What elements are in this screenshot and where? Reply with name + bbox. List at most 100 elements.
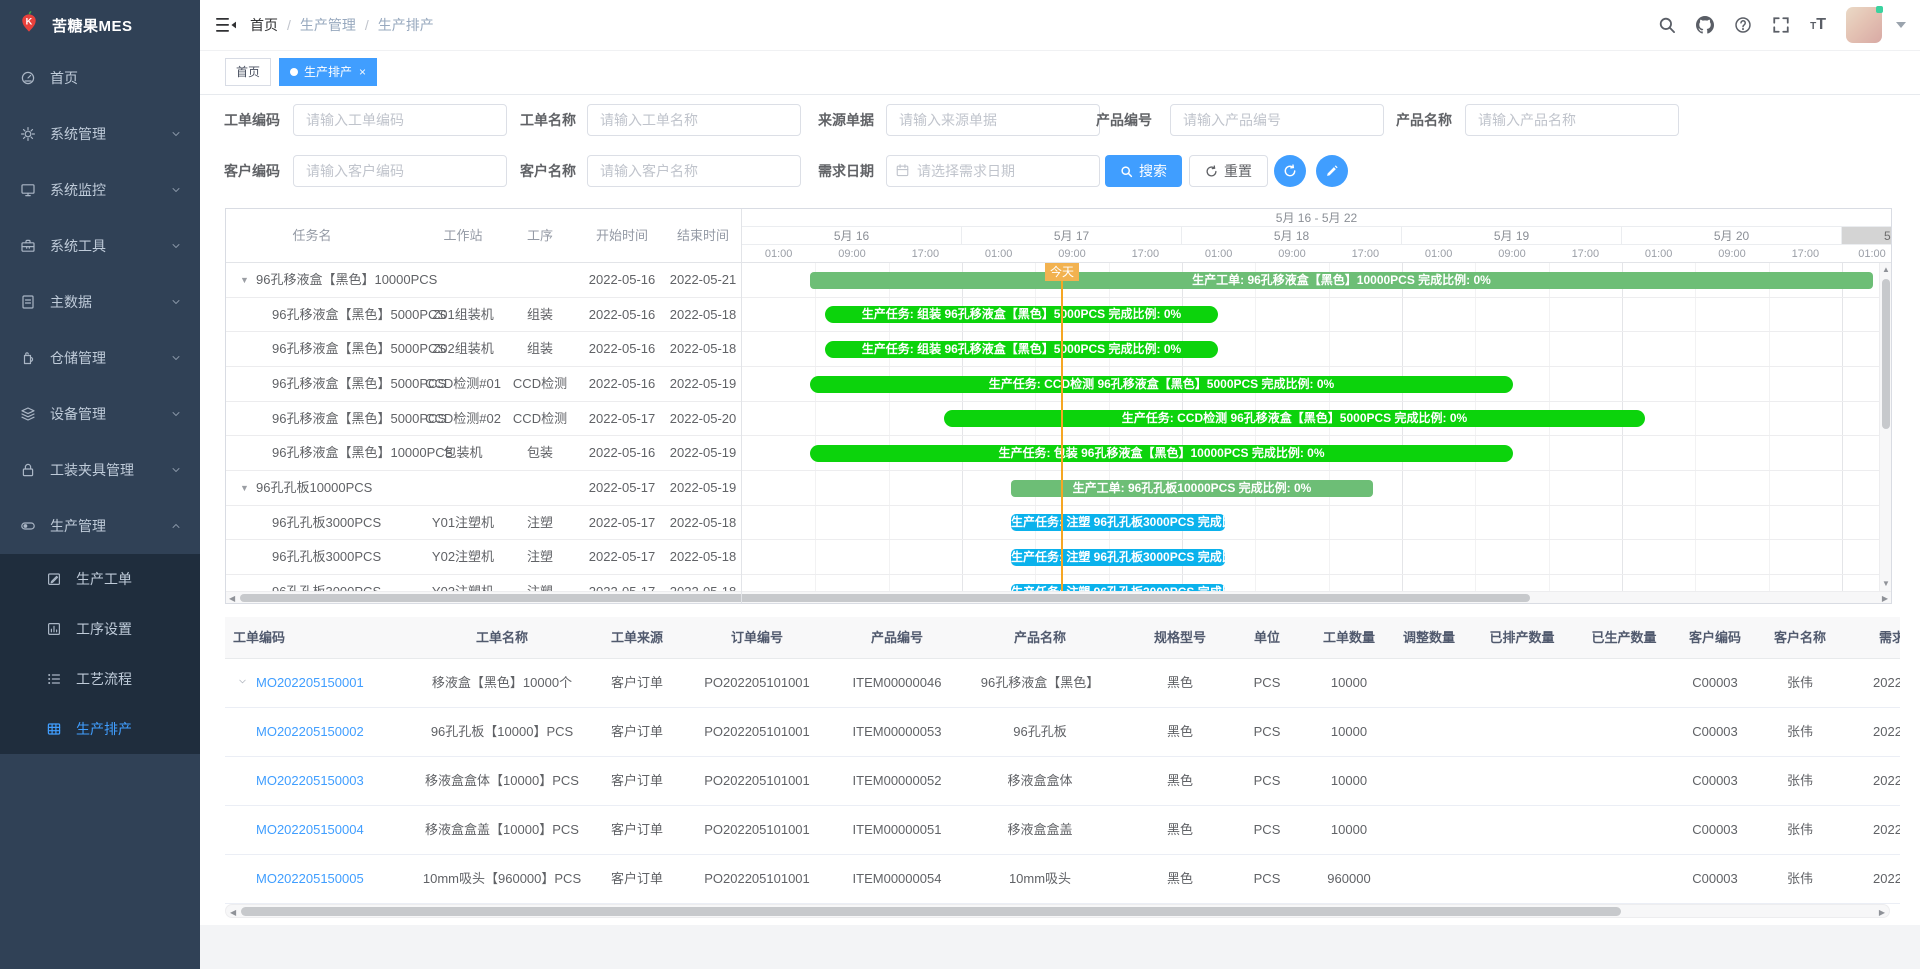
- sidebar-item-系统管理[interactable]: 系统管理: [0, 106, 200, 162]
- table-column-header: 工单编码: [233, 617, 285, 658]
- avatar-dropdown-caret-icon[interactable]: [1896, 22, 1906, 28]
- scrollbar-thumb[interactable]: [241, 907, 1621, 916]
- scrollbar-thumb[interactable]: [240, 594, 1530, 602]
- tab-生产排产[interactable]: 生产排产×: [279, 58, 377, 86]
- filter-input[interactable]: [1465, 104, 1679, 136]
- scroll-left-icon[interactable]: ◀: [230, 907, 236, 919]
- sidebar-item-生产管理[interactable]: 生产管理: [0, 498, 200, 554]
- sidebar-item-系统监控[interactable]: 系统监控: [0, 162, 200, 218]
- sidebar-subitem-生产工单[interactable]: 生产工单: [0, 554, 200, 604]
- table-cell-cust_code: C00003: [1692, 855, 1738, 903]
- work-order-link[interactable]: MO202205150001: [256, 659, 364, 707]
- fullscreen-icon[interactable]: [1772, 16, 1790, 34]
- gantt-grid-row[interactable]: 96孔孔板3000PCSY01注塑机注塑2022-05-172022-05-18: [226, 506, 741, 541]
- gantt-grid-row[interactable]: 96孔移液盒【黑色】5000PCSZ02组装机组装2022-05-162022-…: [226, 332, 741, 367]
- sidebar-item-工装夹具管理[interactable]: 工装夹具管理: [0, 442, 200, 498]
- search-icon[interactable]: [1658, 16, 1676, 34]
- filter-input[interactable]: [886, 104, 1100, 136]
- gantt-bar[interactable]: 生产任务: 组装 96孔移液盒【黑色】5000PCS 完成比例: 0%: [825, 306, 1218, 323]
- gantt-bar[interactable]: 生产任务: 组装 96孔移液盒【黑色】5000PCS 完成比例: 0%: [825, 341, 1218, 358]
- sidebar-item-系统工具[interactable]: 系统工具: [0, 218, 200, 274]
- tab-首页[interactable]: 首页: [225, 58, 271, 86]
- reset-button[interactable]: 重置: [1189, 155, 1268, 187]
- avatar[interactable]: [1846, 7, 1882, 43]
- scroll-right-icon[interactable]: ▶: [1879, 907, 1885, 919]
- filter-input[interactable]: [293, 104, 507, 136]
- gantt-bar[interactable]: 生产任务: CCD检测 96孔移液盒【黑色】5000PCS 完成比例: 0%: [944, 410, 1645, 427]
- lock-icon: [20, 462, 36, 478]
- gantt-bar[interactable]: 生产任务: 包装 96孔移液盒【黑色】10000PCS 完成比例: 0%: [810, 445, 1513, 462]
- sidebar-item-主数据[interactable]: 主数据: [0, 274, 200, 330]
- table-cell-date: 2022: [1873, 659, 1900, 707]
- gantt-cell-process: 注塑: [527, 506, 553, 541]
- work-order-link[interactable]: MO202205150004: [256, 806, 364, 854]
- scroll-down-icon[interactable]: ▼: [1882, 578, 1890, 590]
- scroll-up-icon[interactable]: ▲: [1882, 264, 1890, 276]
- gantt-grid-row[interactable]: 96孔移液盒【黑色】5000PCSCCD检测#02CCD检测2022-05-17…: [226, 402, 741, 437]
- sidebar-item-仓储管理[interactable]: 仓储管理: [0, 330, 200, 386]
- work-order-link[interactable]: MO202205150003: [256, 757, 364, 805]
- table-cell-date: 2022: [1873, 757, 1900, 805]
- gantt-bar[interactable]: 生产任务: 注塑 96孔孔板3000PCS 完成比例: 0%: [1011, 514, 1225, 531]
- gantt-horizontal-scrollbar[interactable]: ◀▶: [226, 591, 1891, 603]
- monitor-icon: [20, 182, 36, 198]
- gantt-bar[interactable]: 生产工单: 96孔移液盒【黑色】10000PCS 完成比例: 0%: [810, 272, 1873, 289]
- collapse-triangle-icon[interactable]: ▼: [240, 275, 249, 285]
- table-row[interactable]: MO20220515000510mm吸头【960000】PCS客户订单PO202…: [225, 855, 1900, 904]
- search-button[interactable]: 搜索: [1105, 155, 1182, 187]
- sidebar-item-设备管理[interactable]: 设备管理: [0, 386, 200, 442]
- gantt-grid-row[interactable]: 96孔移液盒【黑色】5000PCSZ01组装机组装2022-05-162022-…: [226, 298, 741, 333]
- table-column-header: 调整数量: [1403, 617, 1455, 658]
- table-row[interactable]: MO202205150004移液盒盒盖【10000】PCS客户订单PO20220…: [225, 806, 1900, 855]
- gantt-bar[interactable]: 生产任务: 注塑 96孔孔板3000PCS 完成比例: 0%: [1011, 584, 1225, 591]
- gantt-hour-label: 01:00: [1645, 245, 1673, 263]
- table-cell-cust_code: C00003: [1692, 659, 1738, 707]
- close-icon[interactable]: ×: [359, 59, 366, 85]
- table-row[interactable]: MO202205150001移液盒【黑色】10000个客户订单PO2022051…: [225, 659, 1900, 708]
- gantt-bar[interactable]: 生产任务: 注塑 96孔孔板3000PCS 完成比例: 0%: [1011, 549, 1225, 566]
- table-horizontal-scrollbar[interactable]: ◀▶: [225, 904, 1890, 918]
- refresh-circle-button[interactable]: [1274, 155, 1306, 187]
- app-logo[interactable]: K 苦糖果MES: [0, 0, 200, 50]
- table-row[interactable]: MO202205150003移液盒盒体【10000】PCS客户订单PO20220…: [225, 757, 1900, 806]
- breadcrumb-item[interactable]: 生产排产: [378, 15, 434, 35]
- font-size-icon[interactable]: TT: [1810, 16, 1826, 34]
- scrollbar-thumb[interactable]: [1882, 279, 1890, 429]
- gantt-vertical-scrollbar[interactable]: ▲▼: [1879, 263, 1891, 591]
- breadcrumb-item[interactable]: 首页: [250, 15, 278, 35]
- work-order-link[interactable]: MO202205150005: [256, 855, 364, 903]
- edit-circle-button[interactable]: [1316, 155, 1348, 187]
- gantt-grid-row[interactable]: 96孔孔板3000PCSY03注塑机注塑2022-05-172022-05-18: [226, 575, 741, 591]
- github-icon[interactable]: [1696, 16, 1714, 34]
- row-expand-chevron-icon[interactable]: [237, 659, 248, 707]
- gantt-grid-row[interactable]: 96孔移液盒【黑色】5000PCSCCD检测#01CCD检测2022-05-16…: [226, 367, 741, 402]
- sidebar-subitem-生产排产[interactable]: 生产排产: [0, 704, 200, 754]
- gantt-grid-row[interactable]: ▼96孔移液盒【黑色】10000PCS2022-05-162022-05-21: [226, 263, 741, 298]
- gantt-cell-process: CCD检测: [513, 367, 567, 402]
- today-line: [1061, 263, 1063, 591]
- breadcrumb-item[interactable]: 生产管理: [300, 15, 356, 35]
- gantt-grid-row[interactable]: ▼96孔孔板10000PCS2022-05-172022-05-19: [226, 471, 741, 506]
- demand-date-input[interactable]: [886, 155, 1100, 187]
- sidebar-collapse-icon[interactable]: [200, 17, 250, 33]
- sidebar-subitem-工艺流程[interactable]: 工艺流程: [0, 654, 200, 704]
- gantt-bar[interactable]: 生产工单: 96孔孔板10000PCS 完成比例: 0%: [1011, 480, 1373, 497]
- gantt-grid-row[interactable]: 96孔孔板3000PCSY02注塑机注塑2022-05-172022-05-18: [226, 540, 741, 575]
- scroll-left-icon[interactable]: ◀: [229, 593, 235, 604]
- gantt-cell-end: 2022-05-21: [670, 263, 737, 298]
- filter-label: 产品编号: [1096, 104, 1152, 136]
- filter-label: 客户名称: [520, 155, 576, 187]
- filter-input[interactable]: [587, 104, 801, 136]
- scroll-right-icon[interactable]: ▶: [1882, 593, 1888, 604]
- work-order-link[interactable]: MO202205150002: [256, 708, 364, 756]
- help-icon[interactable]: [1734, 16, 1752, 34]
- sidebar-item-首页[interactable]: 首页: [0, 50, 200, 106]
- gantt-bar[interactable]: 生产任务: CCD检测 96孔移液盒【黑色】5000PCS 完成比例: 0%: [810, 376, 1513, 393]
- filter-input[interactable]: [293, 155, 507, 187]
- sidebar-subitem-工序设置[interactable]: 工序设置: [0, 604, 200, 654]
- filter-input[interactable]: [587, 155, 801, 187]
- table-row[interactable]: MO20220515000296孔孔板【10000】PCS客户订单PO20220…: [225, 708, 1900, 757]
- gantt-grid-row[interactable]: 96孔移液盒【黑色】10000PCS包装机包装2022-05-162022-05…: [226, 436, 741, 471]
- collapse-triangle-icon[interactable]: ▼: [240, 483, 249, 493]
- filter-input[interactable]: [1170, 104, 1384, 136]
